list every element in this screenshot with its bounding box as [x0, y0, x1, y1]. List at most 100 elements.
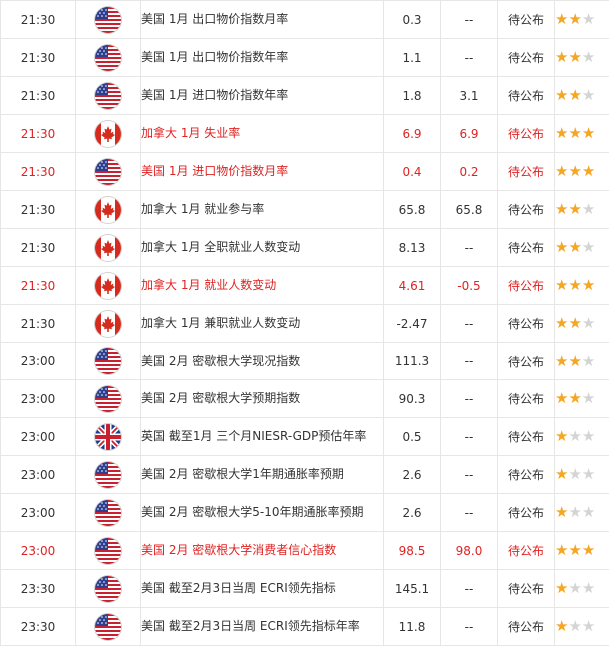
importance-stars: ★★★	[555, 191, 609, 229]
importance-stars: ★★★	[555, 570, 609, 608]
actual-value: 8.13	[384, 229, 441, 267]
us-flag-icon	[95, 462, 121, 488]
table-row[interactable]: 21:30加拿大 1月 就业参与率65.865.8待公布★★★	[1, 191, 609, 229]
star-empty-icon: ★	[582, 86, 595, 104]
star-filled-icon: ★	[582, 276, 595, 294]
forecast-value: --	[441, 456, 498, 494]
star-filled-icon: ★	[555, 389, 568, 407]
previous-value: 待公布	[498, 456, 555, 494]
importance-stars: ★★★	[555, 456, 609, 494]
table-row[interactable]: 23:00美国 2月 密歇根大学预期指数90.3--待公布★★★	[1, 380, 609, 418]
table-row[interactable]: 23:30美国 截至2月3日当周 ECRI领先指标145.1--待公布★★★	[1, 570, 609, 608]
flag-cell	[76, 305, 141, 343]
star-filled-icon: ★	[582, 162, 595, 180]
flag-cell	[76, 532, 141, 570]
star-empty-icon: ★	[568, 579, 581, 597]
star-filled-icon: ★	[555, 541, 568, 559]
us-flag-icon	[95, 7, 121, 33]
importance-stars: ★★★	[555, 608, 609, 646]
star-filled-icon: ★	[568, 314, 581, 332]
actual-value: 2.6	[384, 456, 441, 494]
time-cell: 21:30	[1, 305, 76, 343]
table-row[interactable]: 21:30美国 1月 进口物价指数年率1.83.1待公布★★★	[1, 77, 609, 115]
us-flag-icon	[95, 500, 121, 526]
us-flag-icon	[95, 538, 121, 564]
table-row[interactable]: 21:30美国 1月 出口物价指数月率0.3--待公布★★★	[1, 1, 609, 39]
forecast-value: --	[441, 418, 498, 456]
table-row[interactable]: 21:30加拿大 1月 失业率6.96.9待公布★★★	[1, 115, 609, 153]
table-row[interactable]: 21:30加拿大 1月 兼职就业人数变动-2.47--待公布★★★	[1, 305, 609, 343]
previous-value: 待公布	[498, 608, 555, 646]
actual-value: 2.6	[384, 494, 441, 532]
star-filled-icon: ★	[555, 427, 568, 445]
actual-value: 145.1	[384, 570, 441, 608]
actual-value: 6.9	[384, 115, 441, 153]
table-row[interactable]: 21:30加拿大 1月 就业人数变动4.61-0.5待公布★★★	[1, 267, 609, 305]
table-row[interactable]: 23:00美国 2月 密歇根大学现况指数111.3--待公布★★★	[1, 343, 609, 380]
time-cell: 23:30	[1, 608, 76, 646]
flag-cell	[76, 380, 141, 418]
star-filled-icon: ★	[568, 124, 581, 142]
us-flag-icon	[95, 83, 121, 109]
star-filled-icon: ★	[555, 465, 568, 483]
actual-value: 11.8	[384, 608, 441, 646]
time-cell: 23:00	[1, 456, 76, 494]
actual-value: 0.4	[384, 153, 441, 191]
previous-value: 待公布	[498, 115, 555, 153]
actual-value: 1.8	[384, 77, 441, 115]
star-filled-icon: ★	[568, 238, 581, 256]
star-filled-icon: ★	[555, 162, 568, 180]
forecast-value: --	[441, 608, 498, 646]
previous-value: 待公布	[498, 418, 555, 456]
us-flag-icon	[95, 614, 121, 640]
flag-cell	[76, 494, 141, 532]
previous-value: 待公布	[498, 343, 555, 380]
importance-stars: ★★★	[555, 153, 609, 191]
flag-cell	[76, 418, 141, 456]
table-row[interactable]: 23:00美国 2月 密歇根大学消费者信心指数98.598.0待公布★★★	[1, 532, 609, 570]
table-row[interactable]: 23:30美国 截至2月3日当周 ECRI领先指标年率11.8--待公布★★★	[1, 608, 609, 646]
flag-cell	[76, 77, 141, 115]
event-name: 美国 1月 出口物价指数年率	[141, 39, 384, 77]
previous-value: 待公布	[498, 191, 555, 229]
star-filled-icon: ★	[555, 617, 568, 635]
event-name: 美国 1月 进口物价指数月率	[141, 153, 384, 191]
star-empty-icon: ★	[568, 617, 581, 635]
event-name: 加拿大 1月 就业参与率	[141, 191, 384, 229]
importance-stars: ★★★	[555, 115, 609, 153]
actual-value: 90.3	[384, 380, 441, 418]
previous-value: 待公布	[498, 532, 555, 570]
us-flag-icon	[95, 45, 121, 71]
importance-stars: ★★★	[555, 343, 609, 380]
time-cell: 21:30	[1, 1, 76, 39]
forecast-value: --	[441, 229, 498, 267]
time-cell: 23:00	[1, 494, 76, 532]
previous-value: 待公布	[498, 153, 555, 191]
actual-value: 111.3	[384, 343, 441, 380]
star-filled-icon: ★	[555, 238, 568, 256]
forecast-value: 3.1	[441, 77, 498, 115]
table-row[interactable]: 23:00英国 截至1月 三个月NIESR-GDP预估年率0.5--待公布★★★	[1, 418, 609, 456]
time-cell: 23:00	[1, 380, 76, 418]
table-row[interactable]: 21:30美国 1月 进口物价指数月率0.40.2待公布★★★	[1, 153, 609, 191]
star-empty-icon: ★	[568, 427, 581, 445]
star-empty-icon: ★	[582, 48, 595, 66]
flag-cell	[76, 608, 141, 646]
previous-value: 待公布	[498, 229, 555, 267]
table-row[interactable]: 23:00美国 2月 密歇根大学5-10年期通胀率预期2.6--待公布★★★	[1, 494, 609, 532]
us-flag-icon	[95, 159, 121, 185]
canada-flag-icon	[95, 121, 121, 147]
importance-stars: ★★★	[555, 305, 609, 343]
time-cell: 21:30	[1, 229, 76, 267]
star-empty-icon: ★	[582, 352, 595, 370]
table-row[interactable]: 21:30加拿大 1月 全职就业人数变动8.13--待公布★★★	[1, 229, 609, 267]
star-filled-icon: ★	[582, 124, 595, 142]
star-empty-icon: ★	[582, 389, 595, 407]
event-name: 美国 2月 密歇根大学预期指数	[141, 380, 384, 418]
table-row[interactable]: 21:30美国 1月 出口物价指数年率1.1--待公布★★★	[1, 39, 609, 77]
table-row[interactable]: 23:00美国 2月 密歇根大学1年期通胀率预期2.6--待公布★★★	[1, 456, 609, 494]
event-name: 美国 2月 密歇根大学现况指数	[141, 343, 384, 380]
canada-flag-icon	[95, 273, 121, 299]
canada-flag-icon	[95, 311, 121, 337]
time-cell: 23:30	[1, 570, 76, 608]
